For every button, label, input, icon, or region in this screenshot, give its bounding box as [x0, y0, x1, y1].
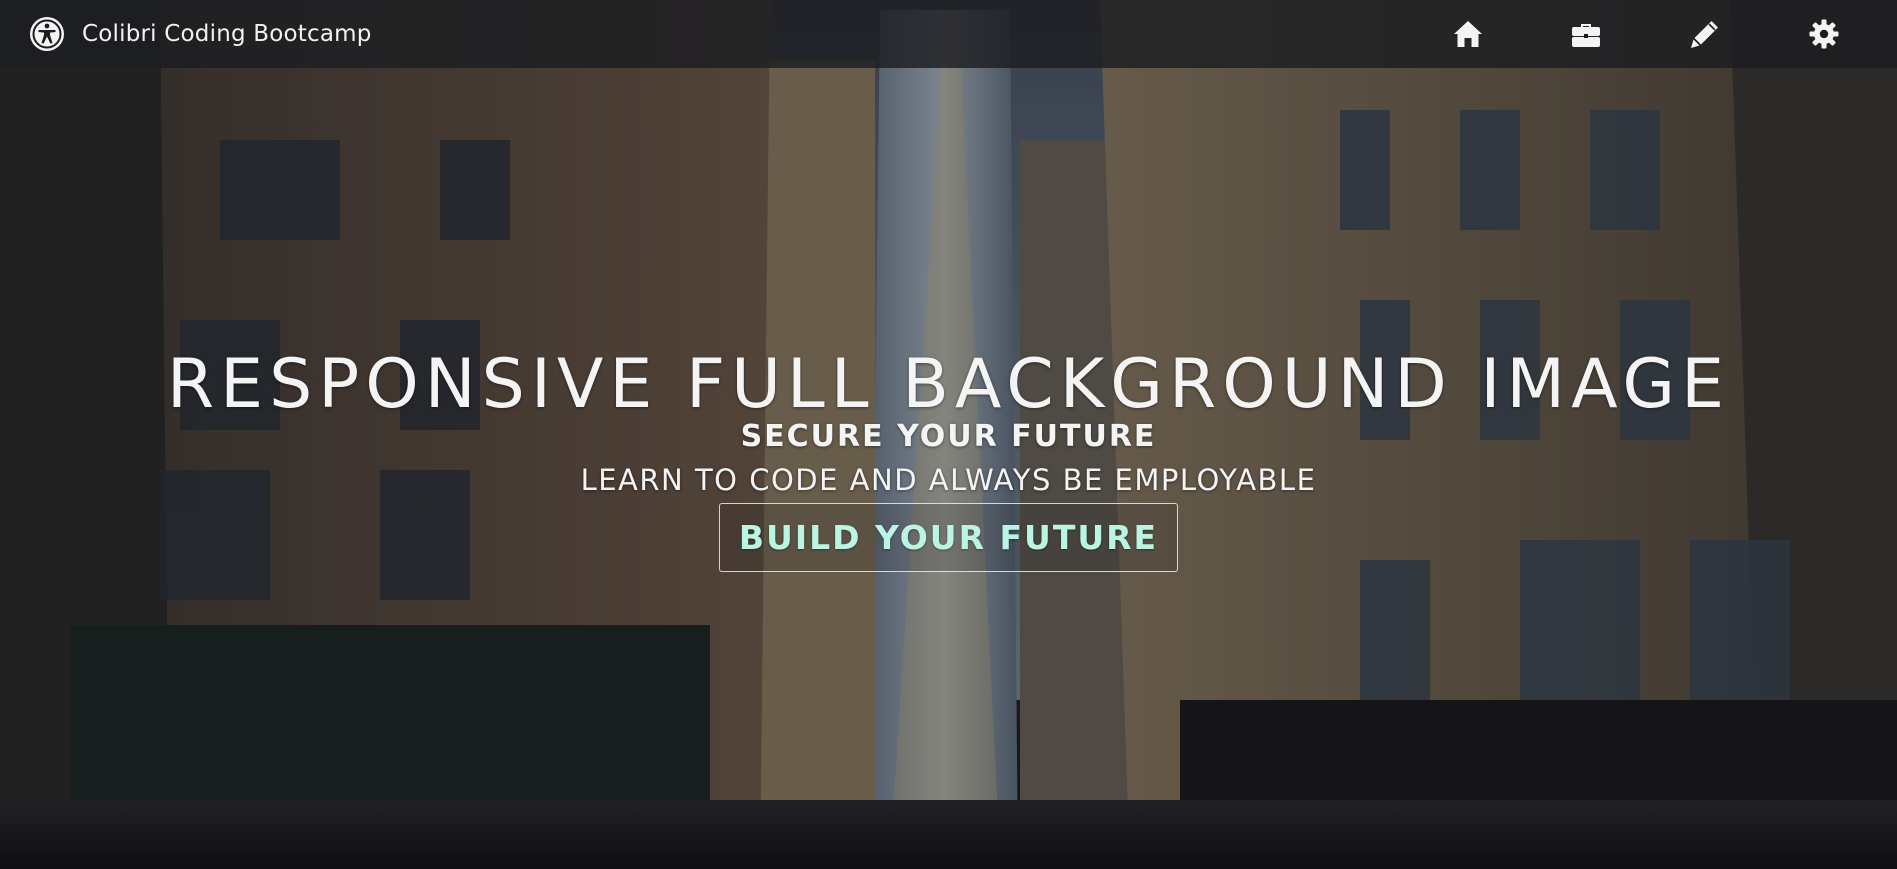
top-navbar: Colibri Coding Bootcamp: [0, 0, 1897, 68]
cta-container: BUILD YOUR FUTURE: [0, 503, 1897, 572]
brand-title: Colibri Coding Bootcamp: [82, 21, 372, 47]
hero-section: RESPONSIVE FULL BACKGROUND IMAGE SECURE …: [0, 345, 1897, 572]
accessibility-icon: [30, 17, 64, 51]
home-icon[interactable]: [1451, 17, 1485, 51]
pencil-icon[interactable]: [1688, 17, 1722, 51]
hero-title: RESPONSIVE FULL BACKGROUND IMAGE: [166, 345, 1731, 424]
gear-icon[interactable]: [1807, 17, 1841, 51]
page: Colibri Coding Bootcamp RESPONSIVE FULL …: [0, 0, 1897, 869]
briefcase-icon[interactable]: [1569, 17, 1603, 51]
hero-tagline: LEARN TO CODE AND ALWAYS BE EMPLOYABLE: [580, 463, 1317, 497]
brand-link[interactable]: Colibri Coding Bootcamp: [29, 0, 372, 68]
build-your-future-button[interactable]: BUILD YOUR FUTURE: [719, 503, 1178, 572]
